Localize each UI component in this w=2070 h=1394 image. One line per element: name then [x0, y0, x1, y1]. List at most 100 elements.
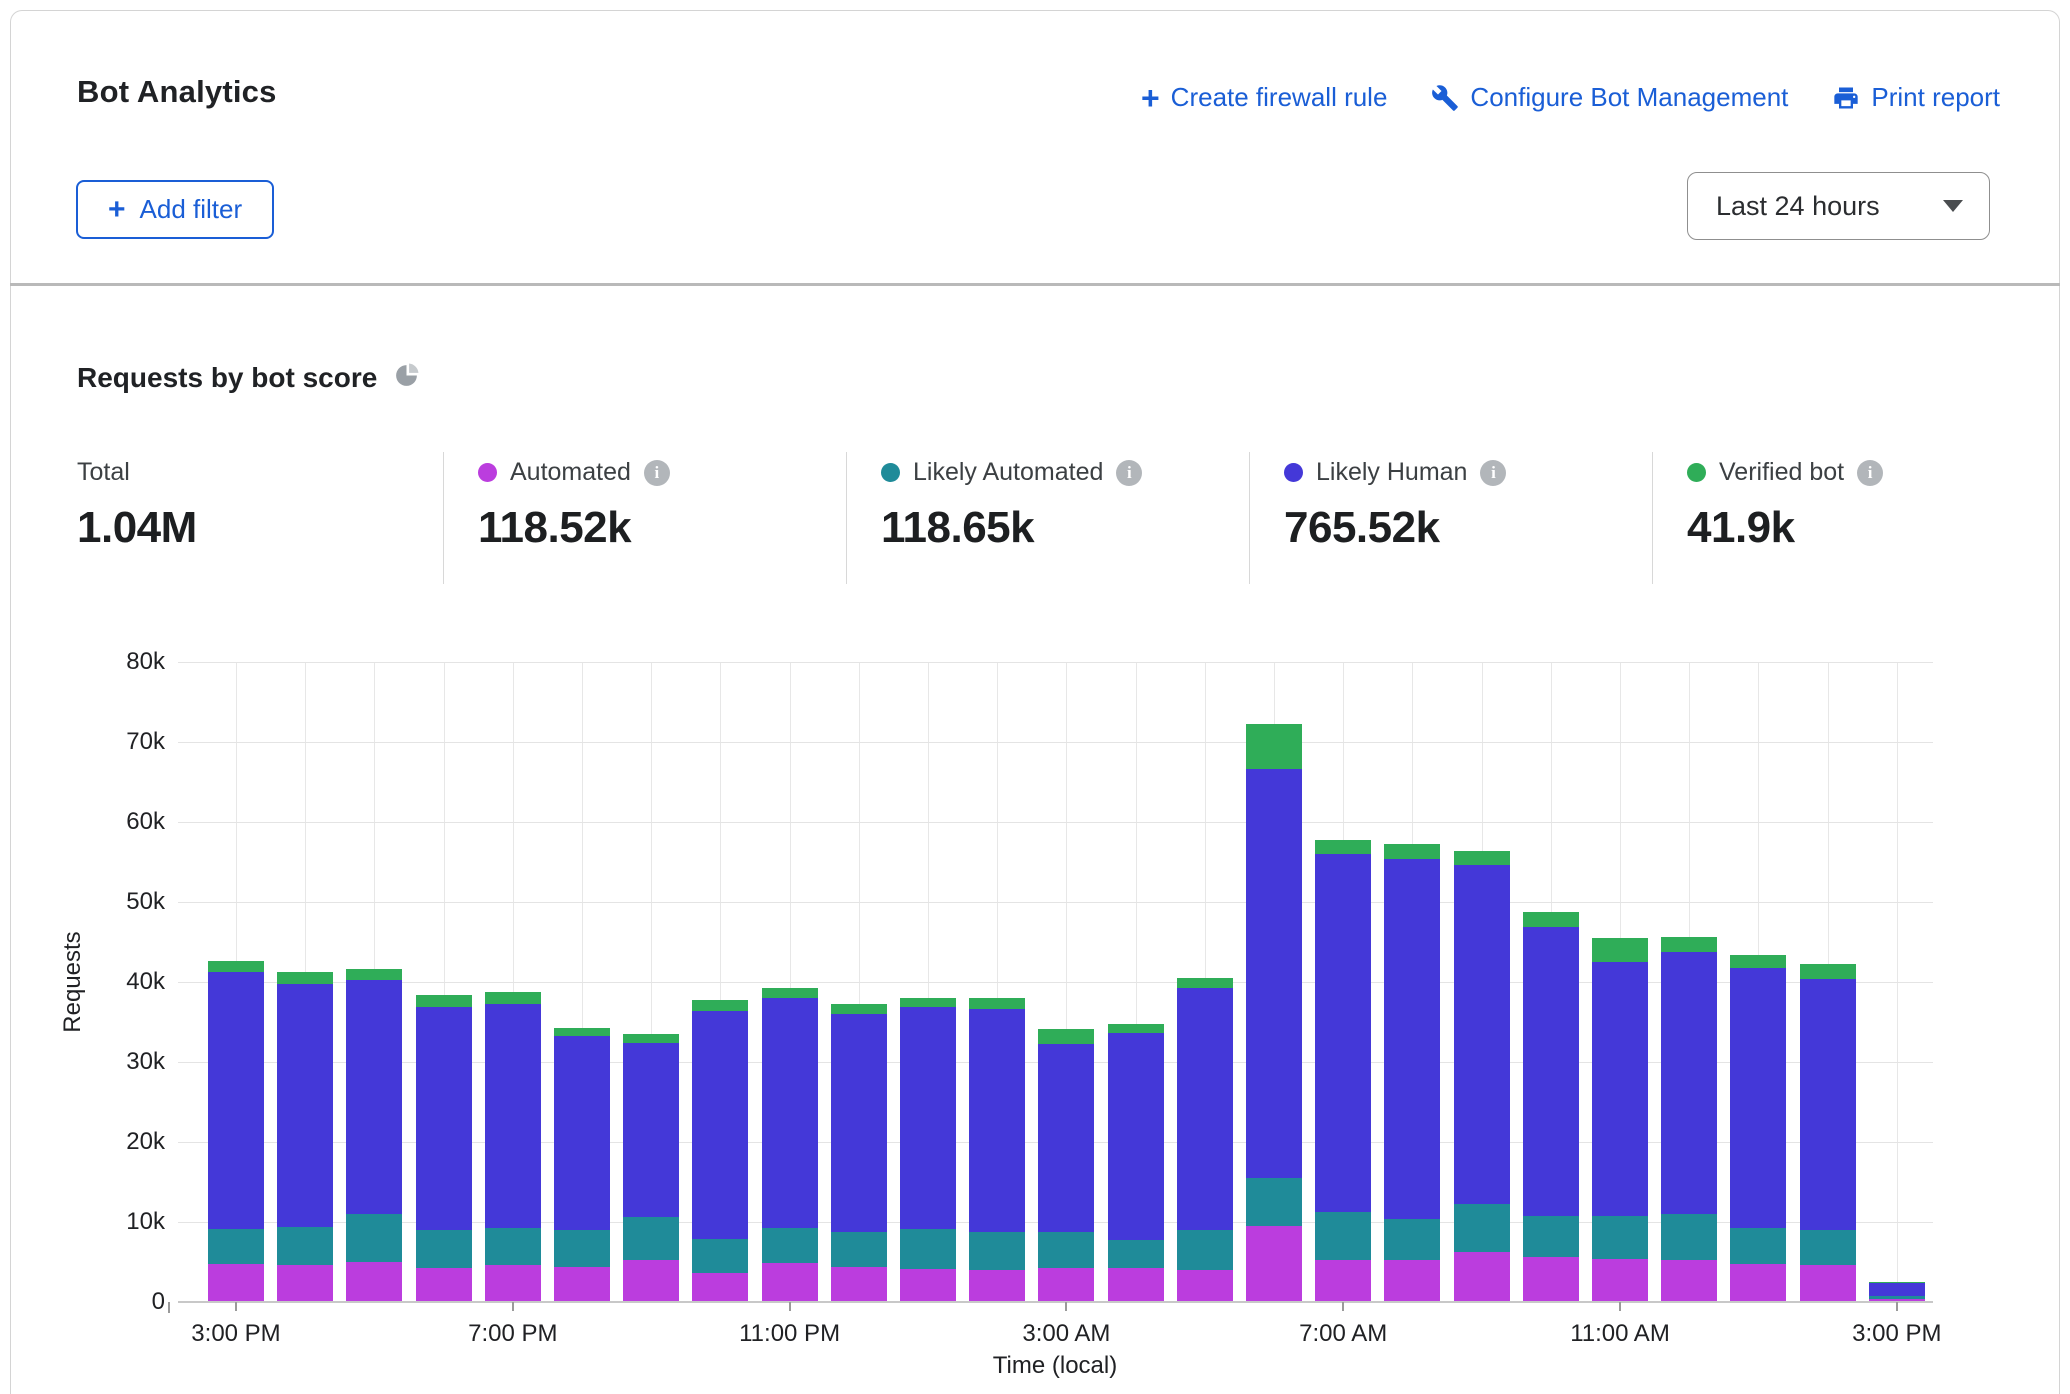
bar-segment-likely-human[interactable]: [1108, 1033, 1164, 1240]
bar-segment-verified-bot[interactable]: [1592, 938, 1648, 962]
bar-segment-likely-human[interactable]: [346, 980, 402, 1214]
bar-segment-likely-automated[interactable]: [1592, 1216, 1648, 1258]
bar-segment-verified-bot[interactable]: [1730, 955, 1786, 969]
bar-segment-automated[interactable]: [1730, 1264, 1786, 1302]
bar-segment-likely-automated[interactable]: [277, 1227, 333, 1265]
bar-segment-verified-bot[interactable]: [1177, 978, 1233, 988]
bar-segment-likely-human[interactable]: [1592, 962, 1648, 1216]
bar-segment-automated[interactable]: [1315, 1260, 1371, 1302]
bar-segment-automated[interactable]: [346, 1262, 402, 1302]
bar-segment-likely-human[interactable]: [1800, 979, 1856, 1230]
bar-segment-verified-bot[interactable]: [623, 1034, 679, 1043]
bar-segment-verified-bot[interactable]: [1800, 964, 1856, 979]
bar-segment-automated[interactable]: [208, 1264, 264, 1302]
bar-segment-verified-bot[interactable]: [762, 988, 818, 998]
bar-segment-automated[interactable]: [554, 1267, 610, 1302]
bar-segment-automated[interactable]: [1661, 1260, 1717, 1302]
bar-segment-likely-human[interactable]: [208, 972, 264, 1229]
bar-segment-likely-human[interactable]: [831, 1014, 887, 1232]
bar-segment-likely-automated[interactable]: [1384, 1219, 1440, 1261]
bar-segment-verified-bot[interactable]: [346, 969, 402, 980]
bar-segment-automated[interactable]: [1177, 1270, 1233, 1302]
bar-segment-likely-automated[interactable]: [1869, 1296, 1925, 1299]
bar-segment-likely-automated[interactable]: [692, 1239, 748, 1273]
bar-segment-likely-automated[interactable]: [1038, 1232, 1094, 1269]
x-tick-mark: [1342, 1302, 1344, 1311]
bar-segment-automated[interactable]: [692, 1273, 748, 1302]
bar-segment-automated[interactable]: [900, 1269, 956, 1302]
bar-segment-likely-human[interactable]: [1661, 952, 1717, 1214]
bar-segment-automated[interactable]: [969, 1270, 1025, 1302]
bar-segment-likely-human[interactable]: [623, 1043, 679, 1217]
bar-segment-automated[interactable]: [1454, 1252, 1510, 1302]
bar-segment-verified-bot[interactable]: [1384, 844, 1440, 859]
bar-segment-verified-bot[interactable]: [208, 961, 264, 972]
bar-segment-likely-automated[interactable]: [554, 1230, 610, 1267]
bar-segment-likely-human[interactable]: [1177, 988, 1233, 1230]
bar-segment-automated[interactable]: [623, 1260, 679, 1302]
bar-segment-likely-human[interactable]: [762, 998, 818, 1228]
bar-segment-likely-automated[interactable]: [900, 1229, 956, 1269]
bar-segment-likely-automated[interactable]: [1108, 1240, 1164, 1268]
bar-segment-automated[interactable]: [416, 1268, 472, 1302]
bar-segment-likely-automated[interactable]: [1454, 1204, 1510, 1251]
bar-segment-likely-automated[interactable]: [1246, 1178, 1302, 1226]
bar-segment-likely-automated[interactable]: [1661, 1214, 1717, 1260]
bar-segment-automated[interactable]: [1523, 1257, 1579, 1302]
bar-segment-verified-bot[interactable]: [1246, 724, 1302, 769]
bar-segment-verified-bot[interactable]: [1523, 912, 1579, 927]
bar-segment-verified-bot[interactable]: [1454, 851, 1510, 865]
bar-segment-likely-automated[interactable]: [1730, 1228, 1786, 1264]
bar-segment-likely-automated[interactable]: [1800, 1230, 1856, 1265]
bar-segment-likely-human[interactable]: [900, 1007, 956, 1229]
bar-segment-likely-human[interactable]: [1454, 865, 1510, 1204]
bar-segment-likely-human[interactable]: [1038, 1044, 1094, 1232]
bar-segment-verified-bot[interactable]: [1869, 1282, 1925, 1283]
bar-segment-likely-human[interactable]: [692, 1011, 748, 1239]
bar-segment-likely-automated[interactable]: [831, 1232, 887, 1266]
bar-segment-verified-bot[interactable]: [692, 1000, 748, 1010]
bar-segment-verified-bot[interactable]: [1661, 937, 1717, 951]
bar-segment-automated[interactable]: [277, 1265, 333, 1302]
bar-segment-likely-automated[interactable]: [416, 1230, 472, 1268]
bar-segment-likely-automated[interactable]: [762, 1228, 818, 1263]
bar-segment-automated[interactable]: [1246, 1226, 1302, 1302]
bar-segment-automated[interactable]: [1592, 1259, 1648, 1302]
bar-segment-likely-human[interactable]: [277, 984, 333, 1227]
bar-segment-verified-bot[interactable]: [1108, 1024, 1164, 1033]
bar-segment-likely-automated[interactable]: [485, 1228, 541, 1265]
bar-segment-likely-automated[interactable]: [623, 1217, 679, 1259]
bar-segment-likely-human[interactable]: [1523, 927, 1579, 1217]
bar-segment-likely-automated[interactable]: [1315, 1212, 1371, 1259]
bar-segment-verified-bot[interactable]: [969, 998, 1025, 1009]
bar-segment-likely-human[interactable]: [1869, 1283, 1925, 1296]
bar-segment-likely-human[interactable]: [1315, 854, 1371, 1212]
bar-segment-automated[interactable]: [1038, 1268, 1094, 1302]
bar-segment-verified-bot[interactable]: [900, 998, 956, 1007]
bar-segment-verified-bot[interactable]: [277, 972, 333, 983]
bar-segment-verified-bot[interactable]: [485, 992, 541, 1003]
bar-segment-automated[interactable]: [1108, 1268, 1164, 1302]
bar-segment-verified-bot[interactable]: [1315, 840, 1371, 854]
bar-segment-likely-human[interactable]: [969, 1009, 1025, 1231]
bar-segment-automated[interactable]: [1800, 1265, 1856, 1302]
bar-segment-automated[interactable]: [1384, 1260, 1440, 1302]
bar-segment-likely-human[interactable]: [1384, 859, 1440, 1219]
bar-segment-automated[interactable]: [762, 1263, 818, 1302]
bar-segment-likely-human[interactable]: [416, 1007, 472, 1230]
bar-segment-likely-automated[interactable]: [208, 1229, 264, 1263]
bar-segment-likely-human[interactable]: [485, 1004, 541, 1229]
bar-segment-verified-bot[interactable]: [554, 1028, 610, 1036]
bar-segment-likely-human[interactable]: [1246, 769, 1302, 1178]
bar-segment-verified-bot[interactable]: [831, 1004, 887, 1014]
bar-segment-likely-automated[interactable]: [346, 1214, 402, 1262]
bar-segment-likely-human[interactable]: [1730, 968, 1786, 1227]
bar-segment-likely-human[interactable]: [554, 1036, 610, 1230]
bar-segment-likely-automated[interactable]: [969, 1232, 1025, 1270]
bar-segment-verified-bot[interactable]: [416, 995, 472, 1007]
bar-segment-likely-automated[interactable]: [1177, 1230, 1233, 1270]
bar-segment-automated[interactable]: [485, 1265, 541, 1302]
bar-segment-automated[interactable]: [831, 1267, 887, 1302]
bar-segment-verified-bot[interactable]: [1038, 1029, 1094, 1043]
bar-segment-likely-automated[interactable]: [1523, 1216, 1579, 1257]
